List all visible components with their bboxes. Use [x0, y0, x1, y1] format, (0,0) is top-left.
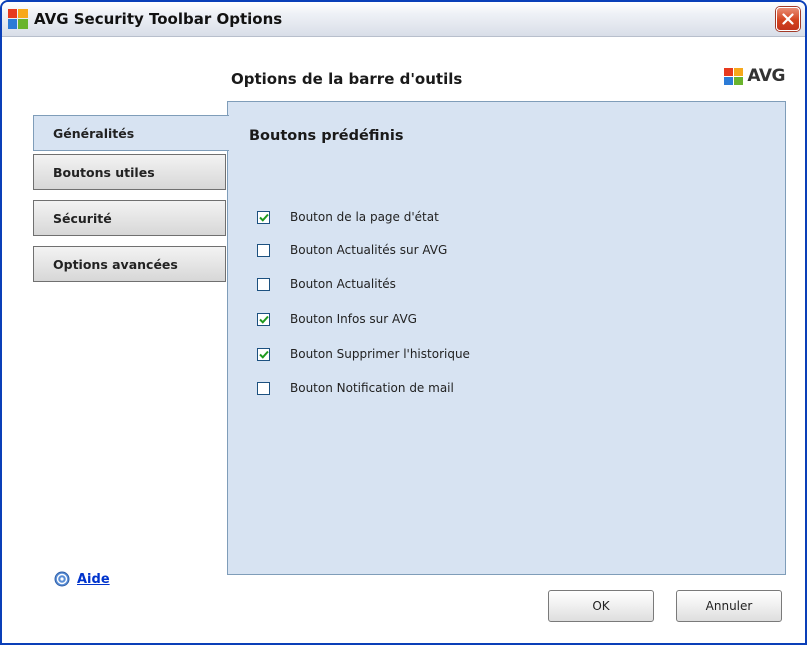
- brand-name: AVG: [747, 66, 785, 86]
- help-icon: [54, 571, 70, 587]
- options-panel: Boutons prédéfinis Bouton de la page d'é…: [227, 101, 786, 575]
- option-notification-mail[interactable]: Bouton Notification de mail: [257, 380, 454, 396]
- section-title: Boutons prédéfinis: [249, 128, 404, 144]
- avg-logo-icon: [8, 9, 28, 29]
- option-page-etat[interactable]: Bouton de la page d'état: [257, 209, 439, 225]
- cancel-button[interactable]: Annuler: [676, 590, 782, 622]
- option-supprimer-historique[interactable]: Bouton Supprimer l'historique: [257, 346, 470, 362]
- option-label: Bouton Actualités: [290, 277, 396, 291]
- avg-logo-icon: [724, 67, 744, 85]
- option-label: Bouton de la page d'état: [290, 210, 439, 224]
- close-icon: [782, 13, 794, 25]
- title-bar[interactable]: AVG Security Toolbar Options: [2, 2, 805, 37]
- avg-brand: AVG: [724, 66, 785, 86]
- option-label: Bouton Notification de mail: [290, 381, 454, 395]
- option-actualites[interactable]: Bouton Actualités: [257, 276, 396, 292]
- option-actualites-avg[interactable]: Bouton Actualités sur AVG: [257, 242, 447, 258]
- checkmark-icon: [258, 213, 269, 222]
- checkbox[interactable]: [257, 277, 270, 291]
- ok-button[interactable]: OK: [548, 590, 654, 622]
- help-link[interactable]: Aide: [54, 571, 110, 587]
- option-label: Bouton Supprimer l'historique: [290, 347, 470, 361]
- checkbox[interactable]: [257, 210, 270, 224]
- checkbox[interactable]: [257, 347, 270, 361]
- dialog-body: Options de la barre d'outils AVG Boutons…: [2, 37, 805, 643]
- tab-boutons-utiles[interactable]: Boutons utiles: [33, 154, 226, 190]
- checkbox[interactable]: [257, 312, 270, 326]
- tab-generalites[interactable]: Généralités: [33, 115, 229, 151]
- checkbox[interactable]: [257, 243, 270, 257]
- help-label[interactable]: Aide: [77, 572, 110, 587]
- page-title: Options de la barre d'outils: [231, 70, 463, 88]
- close-button[interactable]: [776, 7, 800, 31]
- option-label: Bouton Infos sur AVG: [290, 312, 417, 326]
- window-title: AVG Security Toolbar Options: [34, 10, 283, 28]
- checkmark-icon: [258, 350, 269, 359]
- option-infos-avg[interactable]: Bouton Infos sur AVG: [257, 311, 417, 327]
- tab-securite[interactable]: Sécurité: [33, 200, 226, 236]
- option-label: Bouton Actualités sur AVG: [290, 243, 448, 257]
- checkbox[interactable]: [257, 381, 270, 395]
- tab-options-avancees[interactable]: Options avancées: [33, 246, 226, 282]
- dialog-window: AVG Security Toolbar Options Options de …: [0, 0, 807, 645]
- checkmark-icon: [258, 315, 269, 324]
